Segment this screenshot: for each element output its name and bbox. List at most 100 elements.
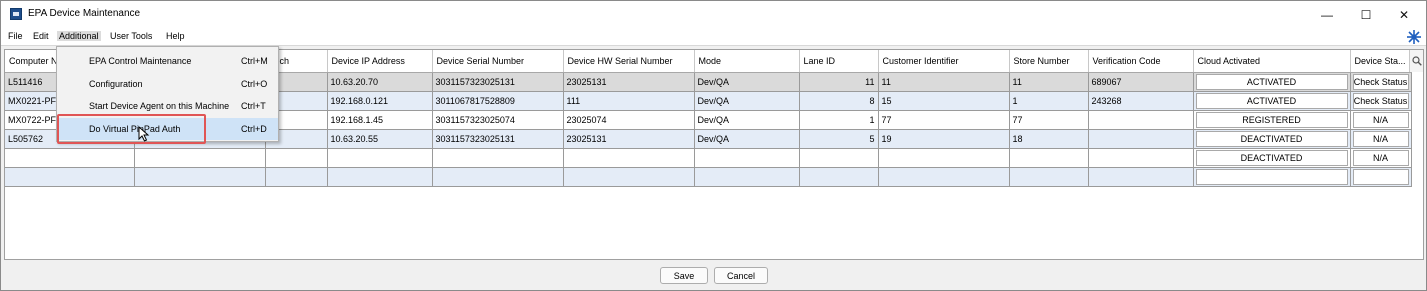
menu-help[interactable]: Help [164, 31, 187, 41]
table-cell[interactable] [694, 167, 800, 187]
col-header[interactable]: Customer Identifier [878, 50, 1010, 73]
table-cell[interactable]: 23025131 [563, 129, 695, 149]
table-cell[interactable]: 689067 [1088, 72, 1194, 92]
table-row[interactable]: DEACTIVATED N/A [5, 148, 1412, 168]
menu-item-epa-control-maintenance[interactable]: EPA Control Maintenance Ctrl+M [58, 50, 278, 72]
table-cell[interactable]: 77 [1009, 110, 1089, 130]
col-header[interactable]: Device Sta... [1350, 50, 1412, 73]
table-cell[interactable] [432, 148, 564, 168]
table-cell: ACTIVATED [1193, 72, 1351, 92]
table-cell[interactable]: 15 [878, 91, 1010, 111]
table-cell[interactable] [563, 167, 695, 187]
table-cell[interactable]: 18 [1009, 129, 1089, 149]
device-status-field[interactable]: N/A [1352, 111, 1409, 128]
table-cell: DEACTIVATED [1193, 129, 1351, 149]
table-cell[interactable] [265, 148, 328, 168]
table-cell[interactable]: 5 [799, 129, 879, 149]
menu-item-configuration[interactable]: Configuration Ctrl+O [58, 73, 278, 95]
table-cell[interactable]: 1 [1009, 91, 1089, 111]
table-cell[interactable]: Dev/QA [694, 91, 800, 111]
col-header[interactable]: Mode [694, 50, 800, 73]
table-cell[interactable]: Dev/QA [694, 110, 800, 130]
table-cell[interactable]: 192.168.1.45 [327, 110, 433, 130]
close-button[interactable]: ✕ [1382, 1, 1426, 28]
table-cell[interactable]: 111 [563, 91, 695, 111]
cloud-status-button[interactable]: DEACTIVATED [1195, 149, 1348, 166]
save-button[interactable]: Save [660, 267, 708, 284]
column-search-button[interactable] [1409, 50, 1423, 72]
table-cell[interactable]: Dev/QA [694, 129, 800, 149]
table-cell[interactable] [1088, 129, 1194, 149]
table-cell[interactable]: 23025131 [563, 72, 695, 92]
table-cell [1193, 167, 1351, 187]
title-bar: EPA Device Maintenance — ☐ ✕ [1, 1, 1426, 28]
table-cell[interactable]: 23025074 [563, 110, 695, 130]
table-cell[interactable] [1088, 167, 1194, 187]
table-cell[interactable] [327, 167, 433, 187]
table-cell[interactable] [134, 167, 266, 187]
menu-item-label: Start Device Agent on this Machine [89, 101, 230, 111]
col-header[interactable]: Cloud Activated [1193, 50, 1351, 73]
cloud-status-button[interactable]: ACTIVATED [1195, 92, 1348, 109]
table-cell[interactable]: 3011067817528809 [432, 91, 564, 111]
table-cell[interactable] [878, 148, 1010, 168]
cloud-status-button[interactable]: DEACTIVATED [1195, 130, 1348, 147]
table-cell[interactable] [799, 167, 879, 187]
device-status-field[interactable]: N/A [1352, 130, 1409, 147]
table-cell[interactable]: 11 [799, 72, 879, 92]
cloud-status-button[interactable]: ACTIVATED [1195, 73, 1348, 90]
table-cell[interactable] [5, 148, 135, 168]
table-cell[interactable]: 10.63.20.70 [327, 72, 433, 92]
annotation-highlight [57, 114, 206, 144]
table-cell[interactable] [134, 148, 266, 168]
col-header[interactable]: Lane ID [799, 50, 879, 73]
table-cell[interactable] [694, 148, 800, 168]
check-status-button[interactable]: Check Status [1352, 92, 1409, 109]
table-cell[interactable] [432, 167, 564, 187]
col-header[interactable]: Store Number [1009, 50, 1089, 73]
col-header[interactable]: Device IP Address [327, 50, 433, 73]
table-cell: Check Status [1350, 72, 1412, 92]
table-cell[interactable]: 77 [878, 110, 1010, 130]
col-header[interactable]: Device Serial Number [432, 50, 564, 73]
table-cell[interactable]: 11 [1009, 72, 1089, 92]
menu-edit[interactable]: Edit [31, 31, 51, 41]
table-cell[interactable] [563, 148, 695, 168]
menu-user-tools[interactable]: User Tools [108, 31, 154, 41]
table-cell[interactable]: 243268 [1088, 91, 1194, 111]
table-cell: DEACTIVATED [1193, 148, 1351, 168]
menu-additional[interactable]: Additional [57, 31, 101, 41]
table-cell[interactable]: 11 [878, 72, 1010, 92]
menu-item-shortcut: Ctrl+O [241, 79, 268, 89]
table-cell[interactable] [1088, 148, 1194, 168]
check-status-button[interactable]: Check Status [1352, 73, 1409, 90]
cloud-status-button[interactable] [1195, 168, 1348, 185]
menu-file[interactable]: File [6, 31, 25, 41]
device-status-field[interactable]: N/A [1352, 149, 1409, 166]
table-cell[interactable]: 3031157323025074 [432, 110, 564, 130]
table-cell[interactable]: 8 [799, 91, 879, 111]
table-cell[interactable]: 3031157323025131 [432, 72, 564, 92]
table-cell[interactable]: Dev/QA [694, 72, 800, 92]
table-cell[interactable] [1009, 148, 1089, 168]
table-cell[interactable] [5, 167, 135, 187]
table-cell[interactable] [265, 167, 328, 187]
minimize-button[interactable]: — [1305, 1, 1349, 28]
col-header[interactable]: Device HW Serial Number [563, 50, 695, 73]
table-row[interactable] [5, 167, 1412, 187]
table-cell[interactable] [878, 167, 1010, 187]
col-header[interactable]: Verification Code [1088, 50, 1194, 73]
cancel-button[interactable]: Cancel [714, 267, 768, 284]
table-cell[interactable]: 3031157323025131 [432, 129, 564, 149]
table-cell[interactable]: 10.63.20.55 [327, 129, 433, 149]
table-cell[interactable]: 192.168.0.121 [327, 91, 433, 111]
table-cell[interactable] [1009, 167, 1089, 187]
cloud-status-button[interactable]: REGISTERED [1195, 111, 1348, 128]
table-cell[interactable]: 19 [878, 129, 1010, 149]
table-cell[interactable] [327, 148, 433, 168]
table-cell: N/A [1350, 129, 1412, 149]
table-cell[interactable]: 1 [799, 110, 879, 130]
table-cell[interactable] [799, 148, 879, 168]
table-cell[interactable] [1088, 110, 1194, 130]
device-status-field[interactable] [1352, 168, 1409, 185]
